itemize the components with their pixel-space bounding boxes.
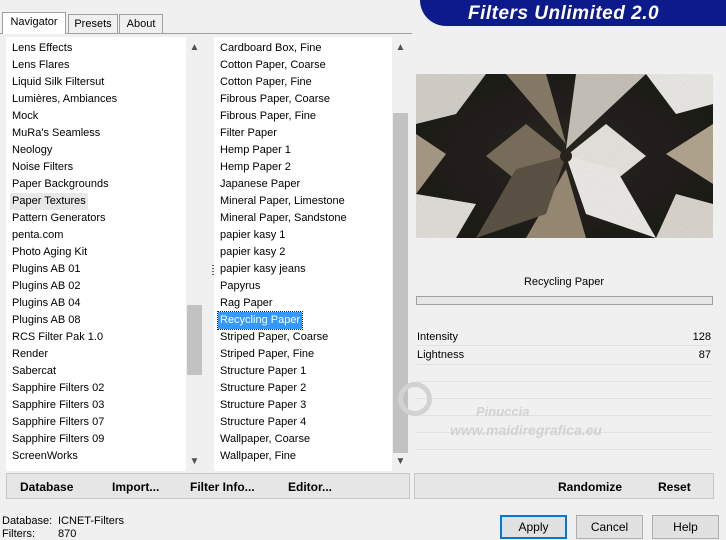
app-title: Filters Unlimited 2.0 — [468, 3, 660, 24]
list-item[interactable]: Rag Paper — [218, 295, 275, 312]
list-item[interactable]: Structure Paper 3 — [218, 397, 308, 414]
divider — [416, 398, 713, 399]
apply-button[interactable]: Apply — [500, 515, 567, 539]
help-button[interactable]: Help — [652, 515, 719, 539]
list-item[interactable]: Cotton Paper, Fine — [218, 74, 314, 91]
list-item[interactable]: Mineral Paper, Sandstone — [218, 210, 349, 227]
status-filters-label: Filters: — [2, 528, 35, 540]
watermark-url: www.maidiregrafica.eu — [450, 422, 602, 438]
list-item[interactable]: papier kasy 1 — [218, 227, 287, 244]
list-item[interactable]: Liquid Silk Filtersut — [10, 74, 106, 91]
list-item[interactable]: Cotton Paper, Coarse — [218, 57, 328, 74]
list-item[interactable]: Sapphire Filters 09 — [10, 431, 106, 448]
param-value: 128 — [692, 331, 711, 343]
filter-info-button[interactable]: Filter Info... — [190, 480, 255, 494]
list-item[interactable]: Wallpaper, Fine — [218, 448, 298, 465]
app-banner: Filters Unlimited 2.0 — [412, 0, 726, 30]
list-item[interactable]: Paper Backgrounds — [10, 176, 111, 193]
list-item[interactable]: Hemp Paper 2 — [218, 159, 293, 176]
list-item[interactable]: Sapphire Filters 03 — [10, 397, 106, 414]
list-item[interactable]: Fibrous Paper, Fine — [218, 108, 318, 125]
divider — [416, 345, 713, 346]
list-item[interactable]: Filter Paper — [218, 125, 279, 142]
list-item[interactable]: Noise Filters — [10, 159, 75, 176]
list-item[interactable]: Photo Aging Kit — [10, 244, 89, 261]
list-item[interactable]: Paper Textures — [10, 193, 88, 210]
scroll-up-icon[interactable]: ▲ — [392, 39, 409, 56]
scroll-down-icon[interactable]: ▼ — [392, 453, 409, 470]
list-item[interactable]: Cardboard Box, Fine — [218, 40, 324, 57]
list-item[interactable]: Lens Effects — [10, 40, 74, 57]
divider — [416, 415, 713, 416]
list-item[interactable]: Structure Paper 4 — [218, 414, 308, 431]
list-item[interactable]: Wallpaper, Coarse — [218, 431, 312, 448]
param-label: Lightness — [417, 349, 465, 361]
list-item[interactable]: Plugins AB 02 — [10, 278, 83, 295]
randomize-button[interactable]: Randomize — [558, 480, 622, 494]
preview-filter-name: Recycling Paper — [523, 276, 605, 288]
preview-image — [416, 74, 713, 238]
filter-list[interactable]: Cardboard Box, Fine Cotton Paper, Coarse C… — [214, 37, 392, 471]
database-button[interactable]: Database — [20, 480, 73, 494]
list-item[interactable]: Lumières, Ambiances — [10, 91, 119, 108]
list-item[interactable]: Plugins AB 08 — [10, 312, 83, 329]
list-item[interactable]: Structure Paper 1 — [218, 363, 308, 380]
status-database-value: ICNET-Filters — [58, 515, 124, 527]
tab-presets[interactable]: Presets — [68, 14, 118, 33]
watermark-logo-icon — [398, 382, 432, 416]
list-item[interactable]: ScreenWorks — [10, 448, 80, 465]
scroll-down-icon[interactable]: ▼ — [186, 453, 203, 470]
status-database: Database: ICNET-Filters — [2, 515, 124, 527]
list-item[interactable]: Neology — [10, 142, 54, 159]
list-item[interactable]: papier kasy jeans — [218, 261, 308, 278]
param-intensity[interactable]: Intensity 128 — [416, 329, 713, 345]
list-item[interactable]: Plugins AB 04 — [10, 295, 83, 312]
list-item[interactable]: penta.com — [10, 227, 65, 244]
scroll-up-icon[interactable]: ▲ — [186, 39, 203, 56]
param-lightness[interactable]: Lightness 87 — [416, 347, 713, 363]
param-value: 87 — [698, 349, 711, 361]
status-filters: Filters: 870 — [2, 528, 76, 540]
list-item[interactable]: Striped Paper, Coarse — [218, 329, 330, 346]
list-item[interactable]: Striped Paper, Fine — [218, 346, 316, 363]
list-item[interactable]: Mineral Paper, Limestone — [218, 193, 347, 210]
import-button[interactable]: Import... — [112, 480, 159, 494]
list-item[interactable]: Pattern Generators — [10, 210, 108, 227]
list-item[interactable]: Mock — [10, 108, 40, 125]
category-scroll-thumb[interactable] — [187, 305, 202, 375]
list-item[interactable]: Sapphire Filters 02 — [10, 380, 106, 397]
list-item[interactable]: Plugins AB 01 — [10, 261, 83, 278]
list-item[interactable]: RCS Filter Pak 1.0 — [10, 329, 105, 346]
param-label: Intensity — [417, 331, 458, 343]
reset-button[interactable]: Reset — [658, 480, 691, 494]
list-item[interactable]: Japanese Paper — [218, 176, 302, 193]
divider — [416, 449, 713, 450]
tab-navigator[interactable]: Navigator — [2, 12, 66, 34]
list-item[interactable]: Fibrous Paper, Coarse — [218, 91, 332, 108]
category-list[interactable]: Lens Effects Lens Flares Liquid Silk Filte… — [6, 37, 186, 471]
list-item[interactable]: Recycling Paper — [216, 311, 304, 330]
tab-about[interactable]: About — [119, 14, 163, 33]
list-item[interactable]: Lens Flares — [10, 57, 71, 74]
list-item[interactable]: MuRa's Seamless — [10, 125, 102, 142]
list-item[interactable]: Render — [10, 346, 50, 363]
list-item[interactable]: Papyrus — [218, 278, 262, 295]
cancel-button[interactable]: Cancel — [576, 515, 643, 539]
watermark-name: Pinuccia — [476, 404, 530, 419]
divider — [416, 364, 713, 365]
list-item[interactable]: papier kasy 2 — [218, 244, 287, 261]
list-item[interactable]: Hemp Paper 1 — [218, 142, 293, 159]
preview-progress-bar — [416, 296, 713, 305]
list-item[interactable]: Sapphire Filters 07 — [10, 414, 106, 431]
divider — [416, 381, 713, 382]
list-item[interactable]: Sabercat — [10, 363, 58, 380]
category-scrollbar[interactable]: ▲ ▼ — [186, 37, 203, 471]
status-database-label: Database: — [2, 515, 53, 527]
status-filters-value: 870 — [58, 528, 77, 540]
list-item[interactable]: Structure Paper 2 — [218, 380, 308, 397]
editor-button[interactable]: Editor... — [288, 480, 332, 494]
